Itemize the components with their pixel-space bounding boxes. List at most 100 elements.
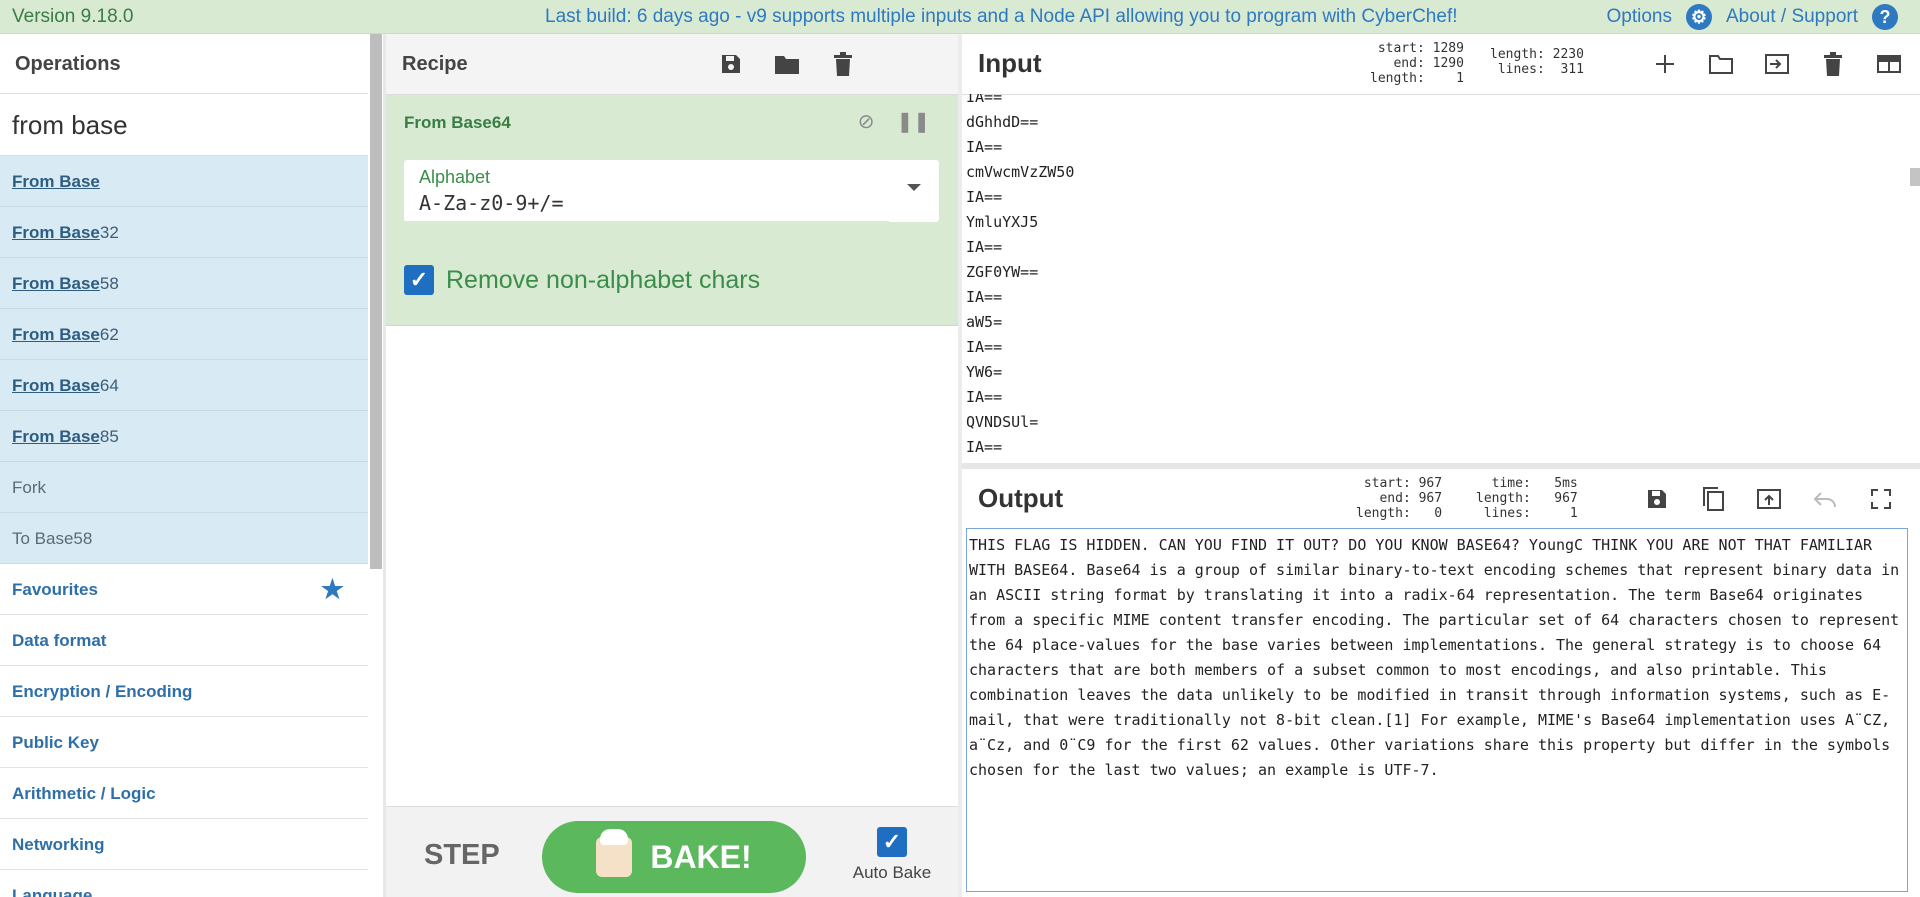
output-title: Output (978, 483, 1064, 513)
input-line: YmluYXJ5 (966, 213, 1039, 231)
category-item[interactable]: Arithmetic / Logic (0, 768, 368, 819)
step-op-name: From Base64 (404, 113, 511, 132)
category-item[interactable]: Favourites ★ (0, 564, 368, 615)
star-icon[interactable]: ★ (321, 564, 344, 615)
operation-rest-text: Fork (12, 478, 46, 497)
input-selection-stats: start: 1289 end: 1290 length: 1 (1370, 41, 1464, 86)
operation-result-item[interactable]: Fork (0, 462, 368, 513)
open-folder-icon[interactable] (1708, 51, 1734, 77)
input-line: aW5= (966, 313, 1003, 331)
options-link[interactable]: Options (1606, 6, 1671, 28)
recipe-step-from-base64[interactable]: From Base64 ⊘ ❚❚ Alphabet A-Za-z0-9+/= ✓… (386, 95, 958, 326)
operation-rest-text: 64 (99, 376, 119, 395)
category-label: Public Key (12, 733, 99, 752)
about-support-link[interactable]: About / Support (1726, 6, 1858, 28)
add-tab-icon[interactable] (1652, 51, 1678, 77)
category-item[interactable]: Language (0, 870, 368, 897)
search-input[interactable]: from base (0, 94, 368, 156)
version-label: Version 9.18.0 (12, 6, 134, 27)
output-length-stats: time: 5ms length: 967 lines: 1 (1476, 476, 1578, 521)
operations-scrollbar[interactable] (370, 34, 382, 569)
input-line: IA== (966, 388, 1003, 406)
input-title: Input (978, 48, 1042, 78)
category-item[interactable]: Data format (0, 615, 368, 666)
input-line: IA== (966, 338, 1003, 356)
bake-label: BAKE! (650, 838, 752, 875)
input-length-stats: length: 2230 lines: 311 (1490, 47, 1584, 77)
input-line: cmVwcmVzZW50 (966, 163, 1075, 181)
pause-step-icon[interactable]: ❚❚ (896, 109, 930, 134)
category-label: Networking (12, 835, 105, 854)
remove-nonalpha-checkbox[interactable]: ✓ (404, 265, 434, 295)
operation-rest-text: 58 (99, 274, 119, 293)
undo-icon[interactable] (1812, 486, 1838, 512)
bake-button[interactable]: BAKE! (542, 821, 806, 893)
recipe-panel: Recipe From Base64 ⊘ ❚❚ Alphabet A-Za-z0… (386, 34, 959, 897)
operations-title: Operations (0, 34, 368, 94)
operation-match-text: From Base (12, 427, 100, 446)
auto-bake-label: Auto Bake (852, 863, 932, 882)
clear-recipe-icon[interactable] (830, 51, 856, 77)
remove-nonalpha-label: Remove non-alphabet chars (446, 265, 761, 294)
input-line: IA== (966, 238, 1003, 256)
top-banner: Version 9.18.0 Last build: 6 days ago - … (0, 0, 1920, 34)
operation-match-text: From Base (12, 376, 100, 395)
alphabet-select[interactable]: Alphabet A-Za-z0-9+/= (404, 160, 939, 223)
operation-result-item[interactable]: From Base85 (0, 411, 368, 462)
operation-result-item[interactable]: From Base58 (0, 258, 368, 309)
category-label: Language (12, 886, 93, 897)
clear-input-icon[interactable] (1820, 51, 1846, 77)
operation-result-item[interactable]: From Base62 (0, 309, 368, 360)
input-panel: Input start: 1289 end: 1290 length: 1 le… (962, 34, 1920, 464)
disable-step-icon[interactable]: ⊘ (858, 109, 875, 134)
operation-match-text: From Base (12, 172, 100, 191)
open-file-icon[interactable] (1764, 51, 1790, 77)
input-textarea[interactable]: IA== dGhhdD== IA== cmVwcmVzZW50 IA== YmluYXJ5… (966, 94, 1904, 464)
layout-icon[interactable] (1876, 51, 1902, 77)
input-line: IA== (966, 138, 1003, 156)
output-panel: Output start: 967 end: 967 length: 0 tim… (962, 469, 1920, 897)
category-item[interactable]: Public Key (0, 717, 368, 768)
input-scrollbar[interactable] (1910, 168, 1920, 186)
chevron-down-icon[interactable] (907, 184, 921, 191)
recipe-title: Recipe (402, 53, 468, 75)
output-textarea[interactable]: THIS FLAG IS HIDDEN. CAN YOU FIND IT OUT… (966, 528, 1908, 892)
maximize-icon[interactable] (1868, 486, 1894, 512)
replace-input-icon[interactable] (1756, 486, 1782, 512)
help-icon[interactable]: ? (1872, 4, 1898, 30)
gear-icon[interactable]: ⚙ (1685, 4, 1712, 30)
operation-result-item[interactable]: From Base (0, 156, 368, 207)
operation-rest-text: 85 (99, 427, 119, 446)
step-button[interactable]: STEP (424, 839, 500, 872)
save-recipe-icon[interactable] (718, 51, 744, 77)
input-line: IA== (966, 94, 1003, 106)
bake-controls: STEP BAKE! ✓ Auto Bake (386, 806, 958, 897)
alphabet-value[interactable]: A-Za-z0-9+/= (419, 191, 564, 215)
category-label: Data format (12, 631, 107, 650)
category-item[interactable]: Encryption / Encoding (0, 666, 368, 717)
build-notice[interactable]: Last build: 6 days ago - v9 supports mul… (545, 6, 1458, 28)
operation-result-item[interactable]: To Base58 (0, 513, 368, 564)
input-line: IA== (966, 188, 1003, 206)
operation-rest-text: 32 (99, 223, 119, 242)
copy-output-icon[interactable] (1700, 486, 1726, 512)
operation-rest-text: 62 (99, 325, 119, 344)
input-line: dGhhdD== (966, 113, 1039, 131)
category-item[interactable]: Networking (0, 819, 368, 870)
input-line: YW6= (966, 363, 1003, 381)
operation-result-item[interactable]: From Base64 (0, 360, 368, 411)
chef-icon (596, 829, 633, 877)
alphabet-underline (404, 221, 889, 223)
alphabet-label: Alphabet (419, 167, 491, 187)
operation-match-text: From Base (12, 274, 100, 293)
auto-bake-checkbox[interactable]: ✓ (877, 827, 907, 857)
operations-panel: Operations from base From Base From Base3… (0, 34, 385, 897)
load-recipe-icon[interactable] (774, 51, 800, 77)
input-line: ZGF0YW== (966, 263, 1039, 281)
operation-result-item[interactable]: From Base32 (0, 207, 368, 258)
save-output-icon[interactable] (1644, 486, 1670, 512)
operation-match-text: From Base (12, 223, 100, 242)
output-selection-stats: start: 967 end: 967 length: 0 (1356, 476, 1443, 521)
category-label: Arithmetic / Logic (12, 784, 156, 803)
operation-match-text: From Base (12, 325, 100, 344)
